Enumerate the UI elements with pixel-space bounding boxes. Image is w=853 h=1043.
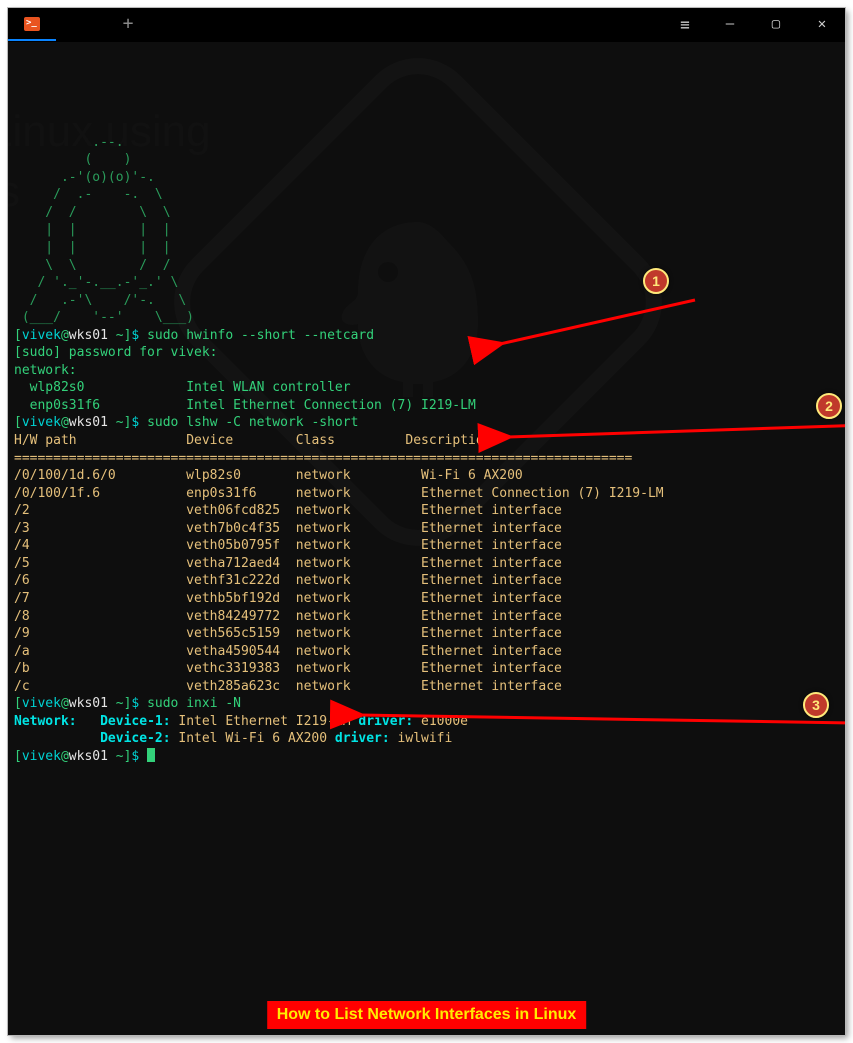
lshw-header: H/W path Device Class Description	[14, 433, 491, 448]
lshw-row: /b vethc3319383 network Ethernet interfa…	[14, 661, 562, 676]
window-controls: ≡ — ▢ ✕	[661, 8, 845, 41]
tab-terminal-2[interactable]	[56, 8, 104, 41]
hwinfo-row: wlp82s0 Intel WLAN controller	[14, 380, 351, 395]
prompt-host: wks01	[69, 328, 108, 343]
lshw-row: /8 veth84249772 network Ethernet interfa…	[14, 609, 562, 624]
close-button[interactable]: ✕	[799, 15, 845, 34]
terminal-window: >_ + ≡ — ▢ ✕ Linux using s .--. ( ) .-'	[8, 8, 845, 1035]
hamburger-menu-icon[interactable]: ≡	[661, 14, 707, 36]
lshw-row: /a vetha4590544 network Ethernet interfa…	[14, 644, 562, 659]
hwinfo-row: enp0s31f6 Intel Ethernet Connection (7) …	[14, 398, 476, 413]
tab-terminal-1[interactable]: >_	[8, 8, 56, 41]
lshw-row: /7 vethb5bf192d network Ethernet interfa…	[14, 591, 562, 606]
hwinfo-header: network:	[14, 363, 77, 378]
minimize-button[interactable]: —	[707, 15, 753, 34]
sudo-password-prompt: [sudo] password for vivek:	[14, 345, 218, 360]
terminal-body[interactable]: Linux using s .--. ( ) .-'(o)(o)'-. / .-…	[8, 42, 845, 1035]
caption-banner: How to List Network Interfaces in Linux	[267, 1001, 587, 1029]
terminal-output: .--. ( ) .-'(o)(o)'-. / .- -. \ / / \ \ …	[14, 134, 839, 766]
titlebar: >_ + ≡ — ▢ ✕	[8, 8, 845, 42]
lshw-row: /0/100/1d.6/0 wlp82s0 network Wi-Fi 6 AX…	[14, 468, 523, 483]
inxi-network-label: Network:	[14, 714, 77, 729]
prompt-user: vivek	[22, 328, 61, 343]
lshw-row: /4 veth05b0795f network Ethernet interfa…	[14, 538, 562, 553]
tab-strip: >_ +	[8, 8, 152, 41]
new-tab-button[interactable]: +	[104, 8, 152, 41]
cursor-block	[147, 748, 155, 762]
ascii-art-tux: .--. ( ) .-'(o)(o)'-. / .- -. \ / / \ \ …	[14, 135, 194, 325]
lshw-divider: ========================================…	[14, 451, 632, 466]
lshw-row: /3 veth7b0c4f35 network Ethernet interfa…	[14, 521, 562, 536]
maximize-button[interactable]: ▢	[753, 15, 799, 34]
lshw-row: /5 vetha712aed4 network Ethernet interfa…	[14, 556, 562, 571]
lshw-row: /9 veth565c5159 network Ethernet interfa…	[14, 626, 562, 641]
terminal-icon: >_	[24, 17, 40, 31]
lshw-row: /c veth285a623c network Ethernet interfa…	[14, 679, 562, 694]
cmd-hwinfo: sudo hwinfo --short --netcard	[147, 328, 374, 343]
lshw-row: /2 veth06fcd825 network Ethernet interfa…	[14, 503, 562, 518]
lshw-row: /6 vethf31c222d network Ethernet interfa…	[14, 573, 562, 588]
cmd-lshw: sudo lshw -C network -short	[147, 415, 358, 430]
lshw-row: /0/100/1f.6 enp0s31f6 network Ethernet C…	[14, 486, 664, 501]
cmd-inxi: sudo inxi -N	[147, 696, 241, 711]
